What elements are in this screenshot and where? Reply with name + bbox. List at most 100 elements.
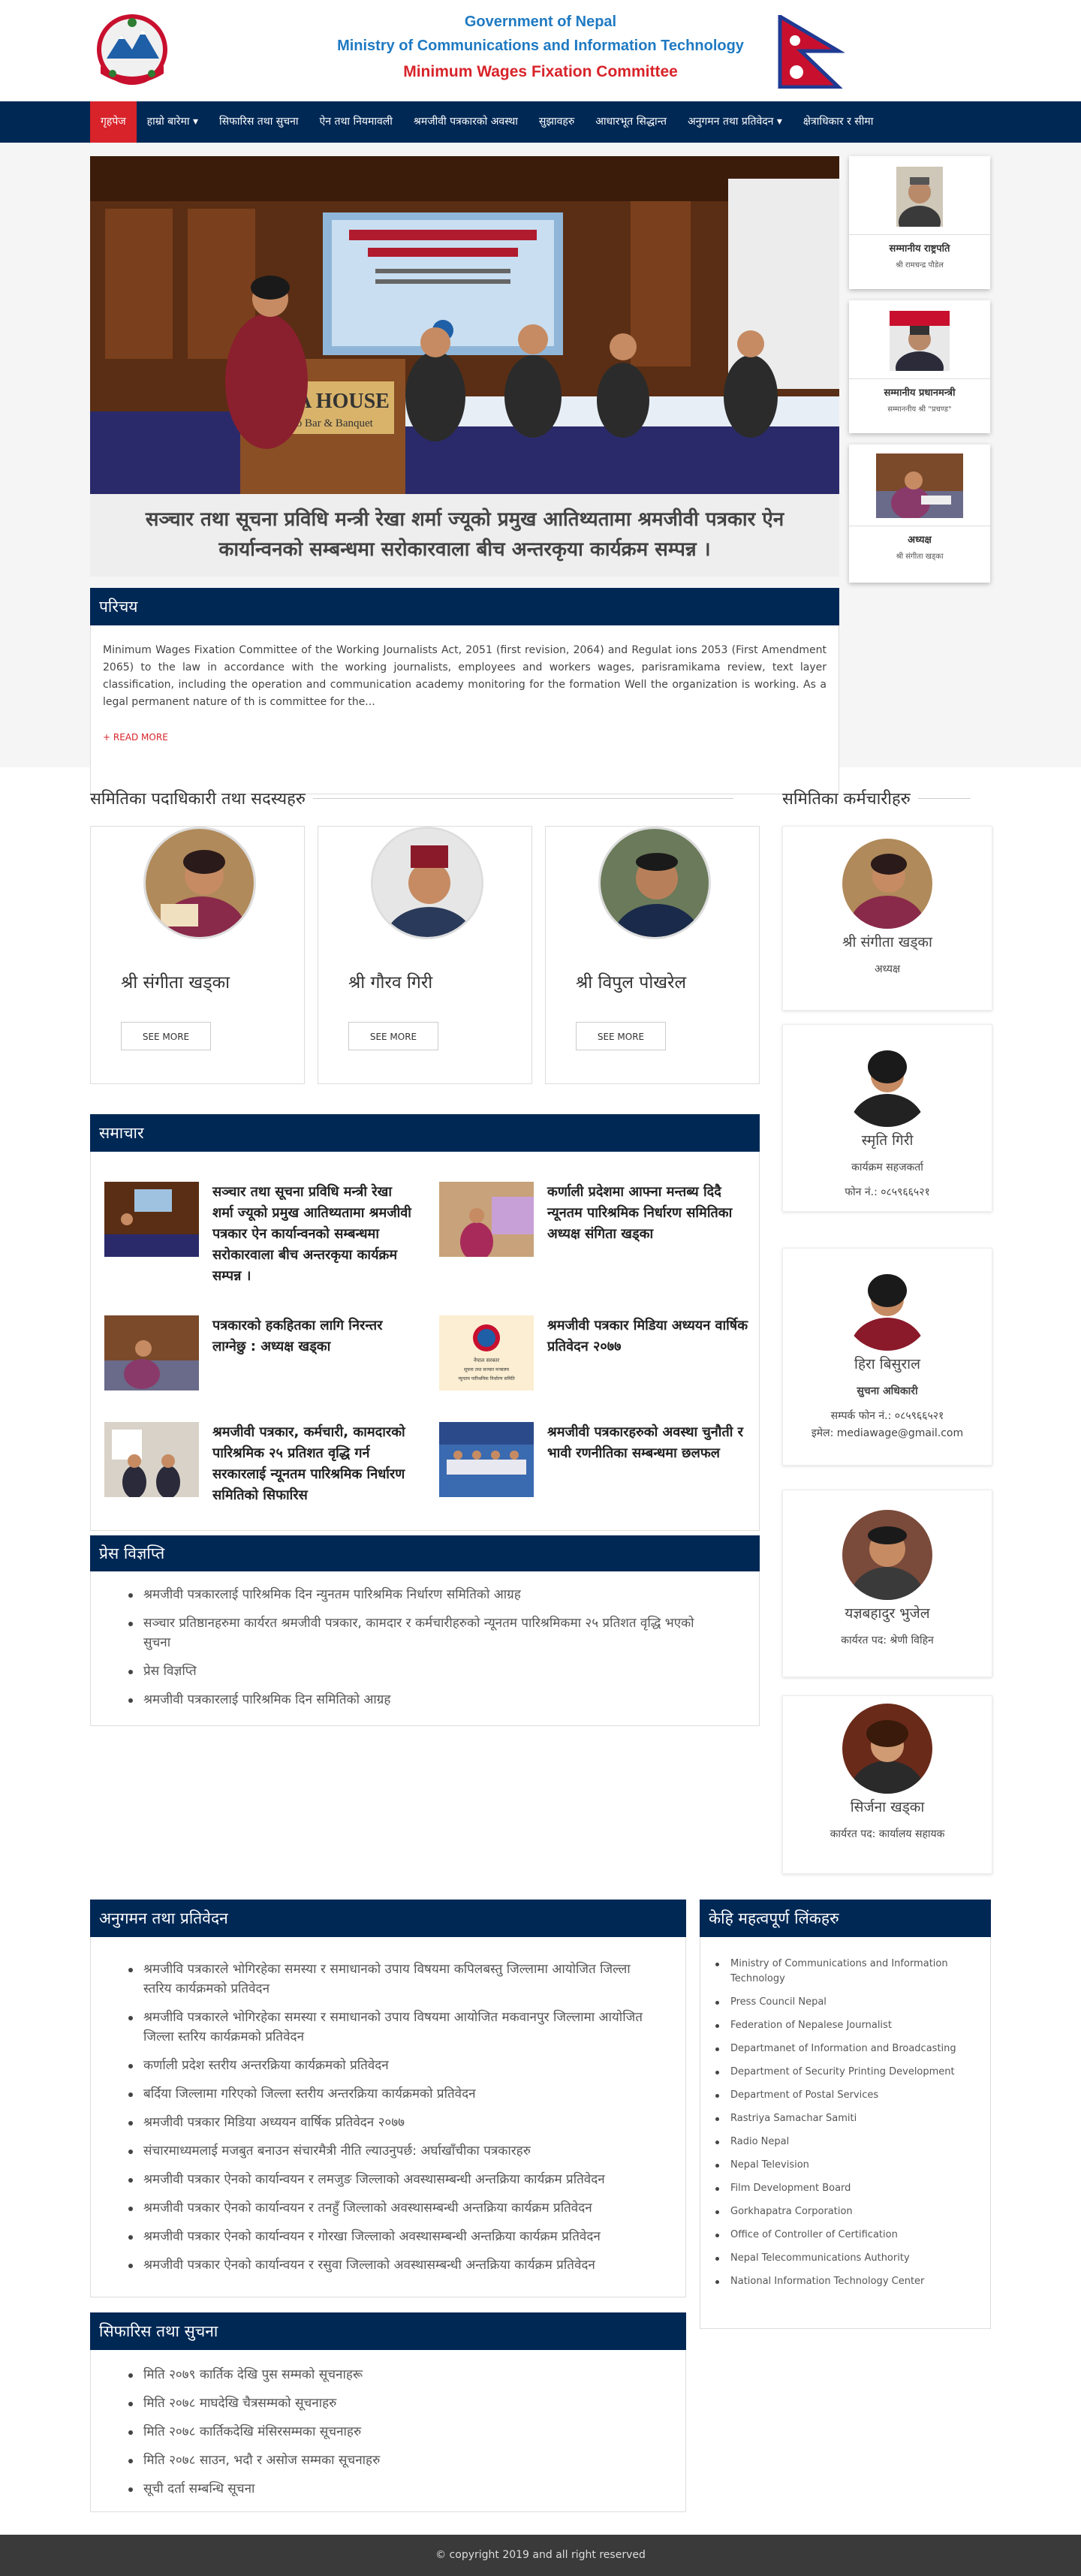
staff-email[interactable]: इमेल: mediawage@gmail.com [783, 1426, 992, 1440]
members-section-title: समितिका पदाधिकारी तथा सदस्यहरु [90, 787, 760, 809]
monitoring-item[interactable]: श्रमजीवी पत्रकार ऐनको कार्यान्वयन र तनहु… [128, 2198, 648, 2218]
link-item[interactable]: Rastriya Samachar Samiti [715, 2111, 972, 2126]
monitoring-panel: अनुगमन तथा प्रतिवेदन श्रमजीवि पत्रकारले … [90, 1900, 686, 2297]
nav-recommendations[interactable]: सिफारिस तथा सुचना [209, 101, 309, 143]
monitoring-item[interactable]: श्रमजीवी पत्रकार मिडिया अध्ययन वार्षिक प… [128, 2113, 648, 2132]
read-more-link[interactable]: + READ MORE [103, 729, 827, 746]
nav-monitoring[interactable]: अनुगमन तथा प्रतिवेदन ▾ [677, 101, 793, 143]
monitoring-item[interactable]: कर्णाली प्रदेश स्तरीय अन्तरक्रिया कार्यक… [128, 2056, 648, 2075]
nav-principles[interactable]: आधारभूत सिद्धान्त [585, 101, 677, 143]
link-item[interactable]: Nepal Telecommunications Authority [715, 2251, 972, 2266]
staff-photo [842, 1510, 932, 1600]
links-panel: केहि महत्वपूर्ण लिंकहरु Ministry of Comm… [700, 1900, 991, 2329]
monitoring-item[interactable]: संचारमाध्यमलाई मजबुत बनाउन संचारमैत्री न… [128, 2141, 648, 2161]
link-item[interactable]: Nepal Television [715, 2158, 972, 2173]
member-photo [143, 827, 256, 939]
press-item[interactable]: श्रमजीवी पत्रकारलाई पारिश्रमिक दिन न्युन… [128, 1585, 721, 1604]
links-heading: केहि महत्वपूर्ण लिंकहरु [700, 1900, 991, 1937]
member-name: श्री संगीता खड्का [121, 973, 230, 993]
news-item[interactable]: श्रमजीवी पत्रकारहरुको अवस्था चुनौती र भा… [426, 1422, 756, 1512]
press-item[interactable]: प्रेस विज्ञप्ति [128, 1662, 721, 1681]
poster-line: नेपाल सरकार [474, 1357, 499, 1363]
recommend-item[interactable]: मिति २०७८ साउन, भदौ र असोज सम्मका सूचनाह… [128, 2451, 648, 2470]
link-item[interactable]: Department of Postal Services [715, 2088, 972, 2103]
link-item[interactable]: Press Council Nepal [715, 1995, 972, 2010]
press-item[interactable]: सञ्चार प्रतिष्ठानहरुमा कार्यरत श्रमजीवी … [128, 1613, 721, 1653]
hero-caption[interactable]: सञ्चार तथा सूचना प्रविधि मन्त्री रेखा शर… [90, 494, 839, 577]
vip-title: सम्मानीय प्रधानमन्त्री [849, 378, 990, 403]
news-thumb [439, 1182, 534, 1257]
link-item[interactable]: Radio Nepal [715, 2135, 972, 2150]
staff-role: अध्यक्ष [874, 963, 901, 975]
press-item[interactable]: श्रमजीवी पत्रकारलाई पारिश्रमिक दिन समिति… [128, 1690, 721, 1710]
monitoring-item[interactable]: बर्दिया जिल्लामा गरिएको जिल्ला स्तरीय अन… [128, 2084, 648, 2104]
link-item[interactable]: Federation of Nepalese Journalist [715, 2018, 972, 2033]
vip-name: श्री रामचन्द्र पौडेल [896, 261, 944, 270]
news-item[interactable]: नेपाल सरकार सूचना तथा सञ्चार मन्त्रालय न… [426, 1315, 756, 1406]
vip-card-prime-minister[interactable]: सम्मानीय प्रधानमन्त्री सम्माननीय श्री "प… [849, 300, 990, 433]
news-thumb [104, 1315, 199, 1390]
monitoring-item[interactable]: श्रमजीवी पत्रकार ऐनको कार्यान्वयन र गोरख… [128, 2227, 648, 2246]
nav-journalist-status[interactable]: श्रमजीवी पत्रकारको अवस्था [403, 101, 528, 143]
recommend-item[interactable]: मिति २०७९ कार्तिक देखि पुस सम्मको सूचनाह… [128, 2365, 648, 2385]
member-card: श्री गौरव गिरी SEE MORE [318, 826, 532, 1084]
monitoring-item[interactable]: श्रमजीवी पत्रकार ऐनको कार्यान्वयन र लमजु… [128, 2170, 648, 2189]
intro-panel: परिचय Minimum Wages Fixation Committee o… [90, 588, 839, 794]
news-item[interactable]: पत्रकारको हकहितका लागि निरन्तर लाग्नेछु … [91, 1315, 421, 1406]
staff-role: कार्यरत पद: श्रेणी विहिन [841, 1634, 934, 1647]
see-more-button[interactable]: SEE MORE [348, 1022, 438, 1050]
poster-line: न्यूनतम पारिश्रमिक निर्धारण समिति [458, 1375, 515, 1381]
recommend-item[interactable]: सूची दर्ता सम्बन्धि सूचना [128, 2479, 648, 2499]
member-photo [598, 827, 711, 939]
site-header: Government of Nepal Ministry of Communic… [0, 0, 1081, 101]
staff-card: सिर्जना खड्का कार्यरत पद: कार्यालय सहायक [782, 1695, 992, 1874]
staff-photo [842, 1704, 932, 1794]
copyright-text: © copyright 2019 and all right reserved [435, 2549, 646, 2561]
staff-name: स्मृति गिरी [861, 1132, 914, 1149]
nav-acts[interactable]: ऐन तथा नियमावली [309, 101, 403, 143]
news-thumb: नेपाल सरकार सूचना तथा सञ्चार मन्त्रालय न… [439, 1315, 534, 1390]
monitoring-item[interactable]: श्रमजीवि पत्रकारले भोगिरहेका समस्या र सम… [128, 1960, 648, 1999]
news-item[interactable]: सञ्चार तथा सूचना प्रविधि मन्त्री रेखा शर… [91, 1182, 421, 1284]
recommend-item[interactable]: मिति २०७८ कार्तिकदेखि मंसिरसम्मका सूचनाह… [128, 2422, 648, 2442]
vip-name: श्री संगीता खड्का [896, 553, 944, 561]
press-list-box: श्रमजीवी पत्रकारलाई पारिश्रमिक दिन न्युन… [90, 1571, 760, 1726]
link-item[interactable]: Departmanet of Information and Broadcast… [715, 2041, 972, 2056]
news-title[interactable]: श्रमजीवी पत्रकार मिडिया अध्ययन वार्षिक प… [547, 1315, 750, 1357]
nav-suggestions[interactable]: सुझावहरु [528, 101, 585, 143]
link-item[interactable]: Office of Controller of Certification [715, 2228, 972, 2243]
link-item[interactable]: Gorkhapatra Corporation [715, 2204, 972, 2219]
news-item[interactable]: श्रमजीवी पत्रकार, कर्मचारी, कामदारको पार… [91, 1422, 421, 1512]
nav-home[interactable]: गृहपेज [90, 101, 137, 143]
news-item[interactable]: कर्णाली प्रदेशमा आफ्ना मन्तब्य दिदै न्यू… [426, 1182, 756, 1272]
news-title[interactable]: पत्रकारको हकहितका लागि निरन्तर लाग्नेछु … [212, 1315, 415, 1357]
staff-phone: सम्पर्क फोन नं.: ०८५९६६५२१ [830, 1410, 944, 1422]
poster-line: सूचना तथा सञ्चार मन्त्रालय [464, 1367, 510, 1372]
news-list: सञ्चार तथा सूचना प्रविधि मन्त्री रेखा शर… [90, 1152, 760, 1531]
link-item[interactable]: National Information Technology Center [715, 2274, 972, 2289]
see-more-button[interactable]: SEE MORE [121, 1022, 211, 1050]
staff-name: यज्ञबहादुर भुजेल [845, 1605, 930, 1622]
recommend-item[interactable]: मिति २०७८ माघदेखि चैत्रसम्मको सूचनाहरु [128, 2394, 648, 2413]
news-title[interactable]: श्रमजीवी पत्रकारहरुको अवस्था चुनौती र भा… [547, 1422, 750, 1464]
nav-jurisdiction[interactable]: क्षेत्राधिकार र सीमा [793, 101, 884, 143]
link-item[interactable]: Ministry of Communications and Informati… [715, 1957, 972, 1987]
news-title[interactable]: श्रमजीवी पत्रकार, कर्मचारी, कामदारको पार… [212, 1422, 415, 1506]
staff-name: हिरा बिसुराल [854, 1356, 920, 1372]
news-title[interactable]: कर्णाली प्रदेशमा आफ्ना मन्तब्य दिदै न्यू… [547, 1182, 750, 1245]
intro-heading: परिचय [90, 588, 839, 625]
vip-card-chair[interactable]: अध्यक्ष श्री संगीता खड्का [849, 444, 990, 583]
see-more-button[interactable]: SEE MORE [576, 1022, 666, 1050]
link-item[interactable]: Department of Security Printing Developm… [715, 2065, 972, 2080]
link-item[interactable]: Film Development Board [715, 2181, 972, 2196]
monitoring-item[interactable]: श्रमजीवी पत्रकार ऐनको कार्यान्वयन र रसुव… [128, 2255, 648, 2275]
news-heading: समाचार [90, 1114, 760, 1152]
nav-about[interactable]: हाम्रो बारेमा ▾ [137, 101, 209, 143]
committee-title: Minimum Wages Fixation Committee [403, 63, 678, 80]
recommend-heading: सिफारिस तथा सुचना [90, 2312, 686, 2350]
monitoring-item[interactable]: श्रमजीवि पत्रकारले भोगिरहेका समस्या र सम… [128, 2008, 648, 2047]
news-title[interactable]: सञ्चार तथा सूचना प्रविधि मन्त्री रेखा शर… [212, 1182, 415, 1287]
links-list-box: Ministry of Communications and Informati… [700, 1937, 991, 2329]
hero-slide-image[interactable]: ALFA HOUSE Restro Bar & Banquet [90, 156, 839, 494]
vip-card-president[interactable]: सम्मानीय राष्ट्रपति श्री रामचन्द्र पौडेल [849, 156, 990, 289]
